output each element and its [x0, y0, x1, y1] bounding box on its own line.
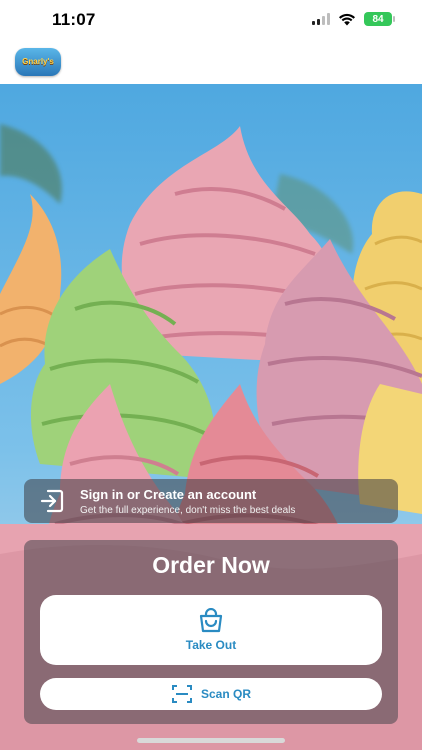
home-indicator[interactable] [137, 738, 285, 743]
app-header: Gnarly's [0, 40, 422, 84]
scan-qr-label: Scan QR [200, 687, 251, 701]
order-now-title: Order Now [152, 552, 270, 578]
status-bar: 11:07 84 [0, 0, 422, 40]
sign-in-icon [24, 479, 80, 523]
wifi-icon [339, 13, 355, 25]
status-icons: 84 [312, 12, 395, 26]
signin-bar[interactable]: Sign in or Create an account Get the ful… [24, 479, 398, 523]
signin-title: Sign in or Create an account [80, 486, 257, 502]
take-out-label: Take Out [185, 638, 237, 652]
cellular-signal-icon [312, 13, 330, 25]
logo-text: Gnarly's [22, 57, 54, 66]
signin-text: Sign in or Create an account Get the ful… [80, 487, 295, 516]
shopping-bag-icon [199, 608, 223, 633]
qr-scan-icon [171, 685, 192, 703]
scan-qr-button[interactable]: Scan QR [40, 678, 382, 710]
battery-icon: 84 [364, 12, 395, 26]
signin-subtitle: Get the full experience, don't miss the … [80, 504, 296, 516]
brand-logo[interactable]: Gnarly's [15, 48, 61, 76]
take-out-button[interactable]: Take Out [40, 595, 382, 665]
battery-level: 84 [372, 13, 384, 25]
order-panel: Order Now Take Out Scan QR [24, 540, 398, 724]
status-time: 11:07 [52, 10, 96, 29]
